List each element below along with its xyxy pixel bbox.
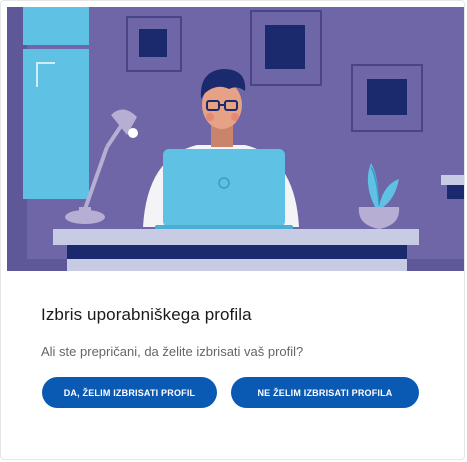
dialog-question: Ali ste prepričani, da želite izbrisati … [41,344,304,359]
laptop-icon [155,149,293,231]
cancel-delete-button[interactable]: NE ŽELIM IZBRISATI PROFILA [231,377,419,408]
desk [7,229,464,271]
dialog-title: Izbris uporabniškega profila [41,305,252,324]
dialog-content: Izbris uporabniškega profila Ali ste pre… [41,305,464,408]
delete-profile-card: Izbris uporabniškega profila Ali ste pre… [0,0,465,460]
window-top-panel [23,7,89,45]
window-panel [23,49,89,199]
illustration [7,7,464,271]
confirm-delete-button[interactable]: DA, ŽELIM IZBRISATI PROFIL [42,377,217,408]
